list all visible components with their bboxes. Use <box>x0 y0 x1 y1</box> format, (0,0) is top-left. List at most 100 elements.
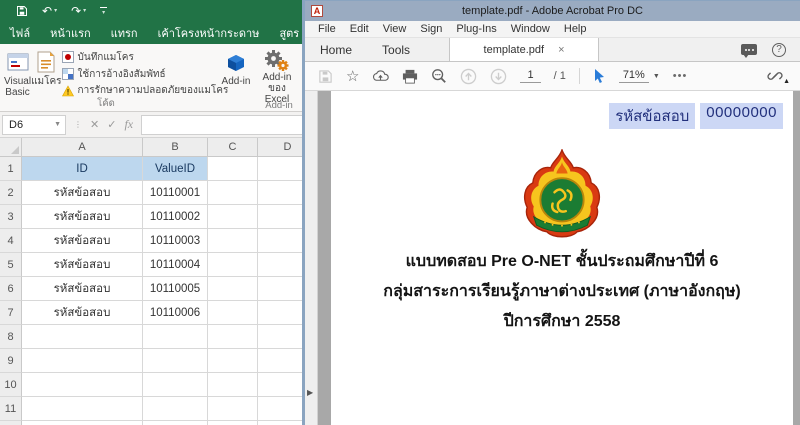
save-button[interactable] <box>16 5 28 17</box>
cell-a1[interactable]: ID <box>22 157 143 181</box>
cell-b2[interactable]: 10110001 <box>143 181 208 205</box>
cell-c8[interactable] <box>208 325 258 349</box>
cell-a11[interactable] <box>22 397 143 421</box>
expand-pane-icon[interactable]: ▶ <box>307 388 313 397</box>
tab-acrobat-tools[interactable]: Tools <box>367 38 425 61</box>
visual-basic-button[interactable]: Visual Basic <box>4 46 31 99</box>
row-header[interactable]: 7 <box>0 301 22 325</box>
share-link-button[interactable]: ▲ <box>766 68 784 84</box>
navigation-pane-strip[interactable]: ▶ <box>305 91 318 425</box>
row-header[interactable]: 11 <box>0 397 22 421</box>
cell-c12[interactable] <box>208 421 258 425</box>
select-tool-button[interactable] <box>593 68 606 84</box>
name-box[interactable]: D6 ▼ <box>2 115 66 135</box>
row-header[interactable]: 9 <box>0 349 22 373</box>
row-header[interactable]: 3 <box>0 205 22 229</box>
star-button[interactable]: ☆ <box>346 69 359 84</box>
cell-b4[interactable]: 10110003 <box>143 229 208 253</box>
more-tools-button[interactable]: ••• <box>673 70 688 82</box>
cell-a6[interactable]: รหัสข้อสอบ <box>22 277 143 301</box>
cell-b8[interactable] <box>143 325 208 349</box>
cell-a2[interactable]: รหัสข้อสอบ <box>22 181 143 205</box>
row-header[interactable]: 6 <box>0 277 22 301</box>
zoom-search-button[interactable] <box>431 68 447 84</box>
cancel-entry-button[interactable]: ✕ <box>90 118 99 131</box>
cell-b12[interactable] <box>143 421 208 425</box>
addins-button[interactable]: Add-in <box>218 46 254 99</box>
cell-b1[interactable]: ValueID <box>143 157 208 181</box>
cell-c10[interactable] <box>208 373 258 397</box>
use-relative-references-button[interactable]: ใช้การอ้างอิงสัมพัทธ์ <box>62 66 229 83</box>
cell-a12[interactable] <box>22 421 143 425</box>
cell-a3[interactable]: รหัสข้อสอบ <box>22 205 143 229</box>
cell-b6[interactable]: 10110005 <box>143 277 208 301</box>
row-header[interactable]: 12 <box>0 421 22 425</box>
cell-a5[interactable]: รหัสข้อสอบ <box>22 253 143 277</box>
row-header[interactable]: 10 <box>0 373 22 397</box>
excel-addins-button[interactable]: Add-in ของ Excel <box>254 46 300 99</box>
cell-a10[interactable] <box>22 373 143 397</box>
cell-a8[interactable] <box>22 325 143 349</box>
zoom-value[interactable]: 71% <box>619 69 649 83</box>
tab-document[interactable]: template.pdf × <box>449 38 599 61</box>
tab-page-layout[interactable]: เค้าโครงหน้ากระดาษ <box>148 22 270 44</box>
menu-edit[interactable]: Edit <box>343 21 376 37</box>
close-icon[interactable]: × <box>558 44 564 56</box>
select-all-corner[interactable] <box>0 138 22 157</box>
menu-plugins[interactable]: Plug-Ins <box>449 21 503 37</box>
tab-insert[interactable]: แทรก <box>101 22 148 44</box>
record-macro-button[interactable]: บันทึกแมโคร <box>62 49 229 66</box>
tab-home[interactable]: หน้าแรก <box>40 22 101 44</box>
column-header-c[interactable]: C <box>208 138 258 157</box>
next-page-button[interactable] <box>490 68 507 85</box>
undo-button[interactable]: ↶▾ <box>42 5 57 17</box>
confirm-entry-button[interactable]: ✓ <box>107 118 116 131</box>
print-button[interactable] <box>402 69 418 84</box>
row-header[interactable]: 8 <box>0 325 22 349</box>
tab-file[interactable]: ไฟล์ <box>0 22 40 44</box>
menu-window[interactable]: Window <box>504 21 557 37</box>
menu-file[interactable]: File <box>311 21 343 37</box>
cell-b7[interactable]: 10110006 <box>143 301 208 325</box>
formula-input[interactable] <box>141 115 320 135</box>
insert-function-button[interactable]: fx <box>124 117 133 132</box>
redo-button[interactable]: ↷▾ <box>71 5 86 17</box>
cell-a7[interactable]: รหัสข้อสอบ <box>22 301 143 325</box>
row-header[interactable]: 2 <box>0 181 22 205</box>
menu-view[interactable]: View <box>376 21 414 37</box>
save-button[interactable] <box>318 69 333 84</box>
zoom-control[interactable]: 71% ▼ <box>619 69 660 83</box>
cell-c2[interactable] <box>208 181 258 205</box>
cell-c3[interactable] <box>208 205 258 229</box>
cell-c7[interactable] <box>208 301 258 325</box>
cell-c11[interactable] <box>208 397 258 421</box>
cell-c6[interactable] <box>208 277 258 301</box>
cell-a9[interactable] <box>22 349 143 373</box>
cell-b5[interactable]: 10110004 <box>143 253 208 277</box>
cell-b3[interactable]: 10110002 <box>143 205 208 229</box>
cell-b9[interactable] <box>143 349 208 373</box>
page-number-input[interactable]: 1 <box>520 69 540 83</box>
cell-b10[interactable] <box>143 373 208 397</box>
tab-acrobat-home[interactable]: Home <box>305 38 367 61</box>
share-cloud-button[interactable] <box>372 69 389 83</box>
column-header-b[interactable]: B <box>143 138 208 157</box>
row-header[interactable]: 5 <box>0 253 22 277</box>
cell-c9[interactable] <box>208 349 258 373</box>
cell-c4[interactable] <box>208 229 258 253</box>
row-header[interactable]: 4 <box>0 229 22 253</box>
exam-code-value-field[interactable]: 00000000 <box>700 103 783 129</box>
macros-button[interactable]: แมโคร <box>31 46 61 99</box>
help-icon[interactable]: ? <box>772 43 786 57</box>
cell-b11[interactable] <box>143 397 208 421</box>
cell-a4[interactable]: รหัสข้อสอบ <box>22 229 143 253</box>
customize-quick-access-button[interactable]: ▾ <box>100 7 107 16</box>
comments-button[interactable] <box>741 44 757 55</box>
column-header-a[interactable]: A <box>22 138 143 157</box>
exam-code-label-field[interactable]: รหัสข้อสอบ <box>609 103 695 129</box>
menu-help[interactable]: Help <box>557 21 594 37</box>
cell-c5[interactable] <box>208 253 258 277</box>
previous-page-button[interactable] <box>460 68 477 85</box>
menu-sign[interactable]: Sign <box>413 21 449 37</box>
row-header[interactable]: 1 <box>0 157 22 181</box>
